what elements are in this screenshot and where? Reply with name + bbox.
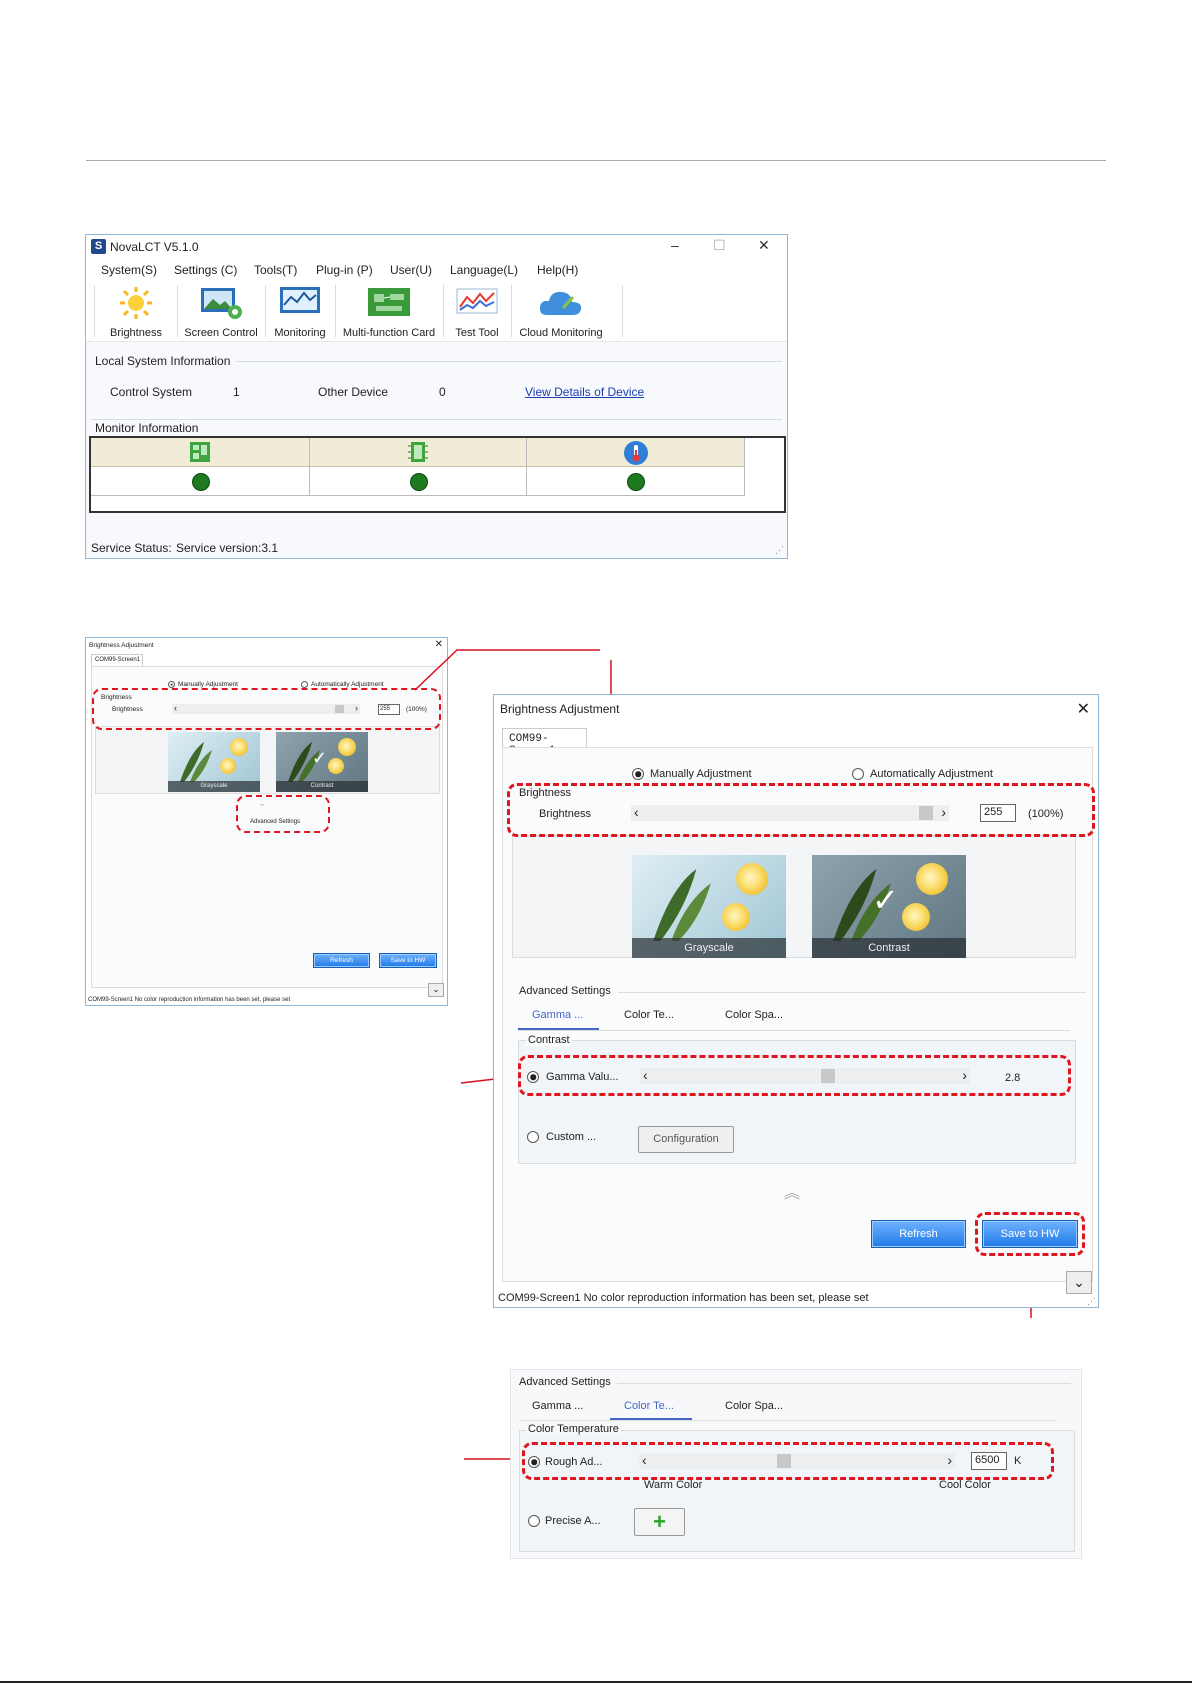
advanced-divider — [618, 992, 1086, 993]
status-bar: COM99-Screen1 No color reproduction info… — [498, 1292, 869, 1304]
resize-grip-icon[interactable]: ⋰ — [1087, 1296, 1096, 1307]
image-panel — [512, 835, 1076, 958]
dialog-title: Brightness Adjustment — [500, 702, 620, 716]
refresh-button[interactable]: Refresh — [871, 1220, 966, 1248]
advanced-settings-label: Advanced Settings — [519, 1376, 611, 1388]
auto-label: Automatically Adjustment — [870, 768, 993, 780]
precise-radio[interactable] — [528, 1515, 540, 1527]
manual-radio[interactable] — [632, 768, 644, 780]
lemon-slice — [916, 863, 948, 895]
manual-label: Manually Adjustment — [650, 768, 752, 780]
leaf-icon — [653, 869, 711, 941]
tab-strip-line — [519, 1420, 1057, 1421]
plus-icon: + — [653, 1509, 666, 1534]
precise-label: Precise A... — [545, 1515, 601, 1527]
tab-color-space[interactable]: Color Spa... — [725, 1009, 783, 1021]
callout-rough-highlight — [522, 1442, 1054, 1480]
grayscale-thumbnail[interactable]: Grayscale — [632, 855, 786, 958]
tab-color-temp[interactable]: Color Te... — [624, 1400, 674, 1412]
contrast-caption: Contrast — [812, 938, 966, 958]
brightness-dialog-large: Brightness Adjustment ✕ COM99-Screen1 Ma… — [493, 694, 1099, 1308]
lemon-slice — [736, 863, 768, 895]
tab-gamma[interactable]: Gamma ... — [532, 1009, 583, 1021]
color-temperature-panel: Advanced Settings Gamma ... Color Te... … — [510, 1369, 1082, 1559]
collapse-toggle-icon[interactable]: ⌄ — [1066, 1271, 1092, 1294]
lemon-slice — [902, 903, 930, 931]
auto-radio[interactable] — [852, 768, 864, 780]
callout-brightness-highlight — [507, 783, 1095, 837]
cool-color-label: Cool Color — [939, 1479, 991, 1491]
checkmark-icon: ✓ — [872, 882, 899, 918]
callout-gamma-highlight — [518, 1055, 1071, 1096]
contrast-group-label: Contrast — [526, 1034, 572, 1046]
close-icon[interactable]: ✕ — [1077, 699, 1090, 719]
add-point-button[interactable]: + — [634, 1508, 685, 1536]
bottom-rule — [0, 1681, 1192, 1683]
tab-color-temp[interactable]: Color Te... — [624, 1009, 674, 1021]
tab-screen1[interactable]: COM99-Screen1 — [502, 728, 587, 757]
grayscale-caption: Grayscale — [632, 938, 786, 958]
callout-save-highlight — [975, 1212, 1085, 1256]
tab-gamma[interactable]: Gamma ... — [532, 1400, 583, 1412]
custom-radio[interactable] — [527, 1131, 539, 1143]
configuration-button[interactable]: Configuration — [638, 1126, 734, 1153]
lemon-slice — [722, 903, 750, 931]
tab-color-space[interactable]: Color Spa... — [725, 1400, 783, 1412]
color-temp-group-label: Color Temperature — [526, 1423, 621, 1435]
contrast-thumbnail[interactable]: ✓ Contrast — [812, 855, 966, 958]
warm-color-label: Warm Color — [644, 1479, 703, 1491]
advanced-divider — [617, 1383, 1071, 1384]
advanced-settings-label: Advanced Settings — [519, 985, 611, 997]
collapse-up-icon[interactable]: ︽ — [784, 1179, 800, 1203]
tab-strip-line — [518, 1030, 1070, 1031]
custom-label: Custom ... — [546, 1131, 597, 1143]
callout-line — [414, 649, 600, 691]
